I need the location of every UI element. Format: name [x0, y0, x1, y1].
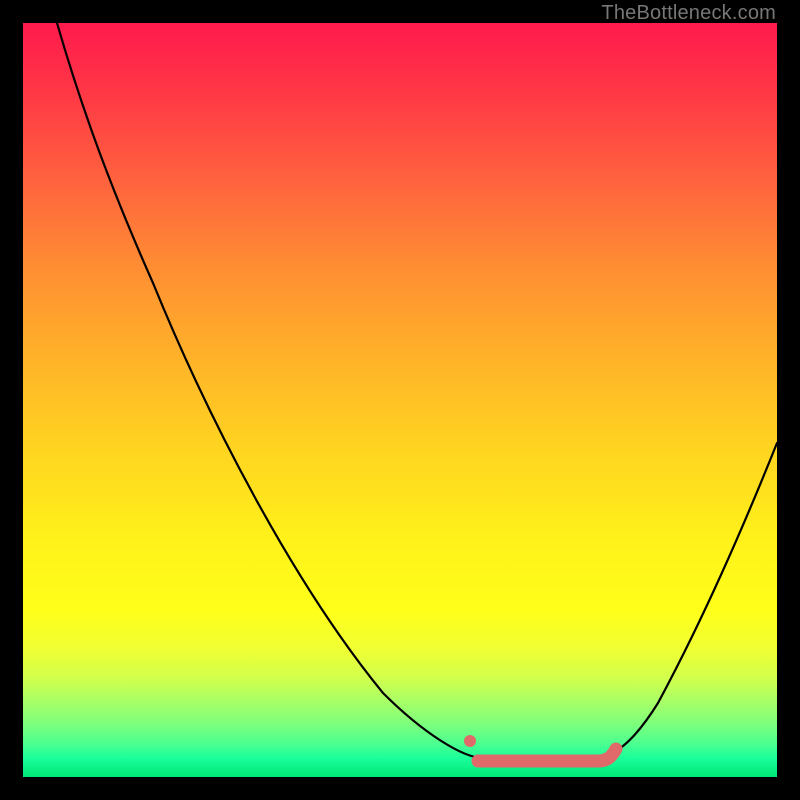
optimal-start-dot	[464, 735, 476, 747]
bottleneck-curve	[57, 23, 777, 758]
plot-area	[23, 23, 777, 777]
chart-container: TheBottleneck.com	[0, 0, 800, 800]
optimal-range-highlight	[478, 749, 616, 761]
watermark: TheBottleneck.com	[601, 2, 776, 25]
chart-svg	[23, 23, 777, 777]
